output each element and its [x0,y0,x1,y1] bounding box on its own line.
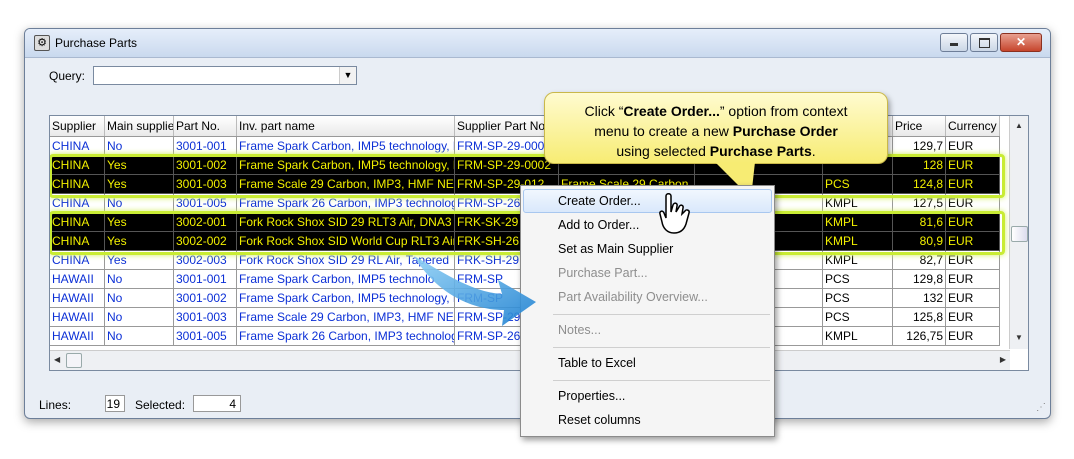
lines-count: 19 [105,395,125,412]
table-cell: No [105,270,174,289]
table-cell: PCS [823,289,893,308]
scroll-up-icon[interactable]: ▲ [1015,121,1023,130]
table-cell: HAWAII [50,308,105,327]
lines-label: Lines: [39,398,72,412]
table-cell: HAWAII [50,327,105,346]
callout-text: . [811,143,816,159]
column-header[interactable]: Currency [946,116,1000,136]
table-cell: 132 [893,289,946,308]
vertical-scrollbar[interactable]: ▲ ▼ [1009,116,1028,349]
table-cell: 3001-001 [174,270,237,289]
table-cell: 129,8 [893,270,946,289]
table-cell: EUR [946,270,1000,289]
maximize-button[interactable] [970,33,998,52]
column-header[interactable]: Supplier [50,116,105,136]
close-button[interactable]: ✕ [1000,33,1042,52]
menu-properties[interactable]: Properties... [558,389,625,403]
vertical-scroll-thumb[interactable] [1011,226,1028,242]
window-title: Purchase Parts [55,36,138,50]
menu-separator [553,347,770,348]
table-cell: PCS [823,270,893,289]
selected-label: Selected: [135,398,186,412]
menu-reset-columns[interactable]: Reset columns [558,413,641,427]
menu-notes[interactable]: Notes... [558,323,601,337]
query-label: Query: [49,69,86,83]
table-cell: 126,75 [893,327,946,346]
menu-create-order[interactable]: Create Order... [558,194,641,208]
scroll-left-icon[interactable]: ◀ [54,355,60,364]
pointer-arrow-icon [414,256,536,326]
table-cell: 3001-005 [174,327,237,346]
column-header[interactable]: Inv. part name [237,116,455,136]
context-menu: Create Order... Add to Order... Set as Mai… [520,185,775,437]
minimize-button[interactable] [940,33,968,52]
table-cell: KMPL [823,327,893,346]
table-cell: EUR [946,327,1000,346]
hand-cursor-icon [659,193,690,234]
column-header[interactable]: Main supplie [105,116,174,136]
menu-add-to-order[interactable]: Add to Order... [558,218,639,232]
menu-separator [553,380,770,381]
table-cell: HAWAII [50,270,105,289]
column-header[interactable]: Part No. [174,116,237,136]
callout-bold: Purchase Order [732,123,838,139]
table-cell: No [105,327,174,346]
callout-bold: Create Order... [623,103,720,119]
table-cell: EUR [946,308,1000,327]
table-cell: 3001-002 [174,289,237,308]
app-gear-icon: ⚙ [34,35,50,51]
column-header[interactable]: Price [893,116,946,136]
selected-count: 4 [193,395,241,412]
menu-set-main-supplier[interactable]: Set as Main Supplier [558,242,673,256]
table-cell: PCS [823,308,893,327]
query-select[interactable]: ▼ [93,66,357,85]
menu-table-to-excel[interactable]: Table to Excel [558,356,636,370]
callout-text: Click “ [584,103,624,119]
callout-bold: Purchase Parts [709,143,812,159]
horizontal-scroll-thumb[interactable] [66,353,82,368]
table-cell: No [105,308,174,327]
table-cell: EUR [946,289,1000,308]
callout-text: ” option from context [719,103,848,119]
chevron-down-icon[interactable]: ▼ [339,67,356,84]
callout-text: using selected [616,143,710,159]
menu-separator [553,314,770,315]
close-icon: ✕ [1015,35,1027,49]
table-cell: No [105,289,174,308]
scroll-down-icon[interactable]: ▼ [1015,333,1023,342]
instruction-callout: Click “Create Order...” option from cont… [544,92,888,164]
title-bar[interactable]: ⚙ Purchase Parts ✕ [25,29,1050,58]
table-cell: 3001-003 [174,308,237,327]
table-cell: 125,8 [893,308,946,327]
menu-purchase-part[interactable]: Purchase Part... [558,266,648,280]
scroll-right-icon[interactable]: ▶ [1000,355,1006,364]
menu-part-availability[interactable]: Part Availability Overview... [558,290,708,304]
resize-grip-icon[interactable]: ⋰ [1036,402,1046,413]
callout-text: menu to create a new [594,123,733,139]
table-cell: HAWAII [50,289,105,308]
